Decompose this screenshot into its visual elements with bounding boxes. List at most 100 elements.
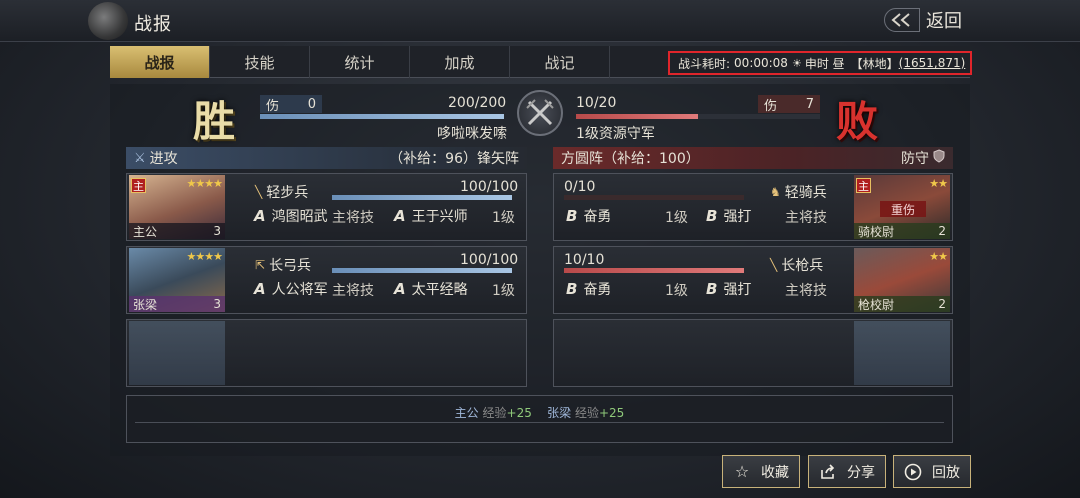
skill-grade: A xyxy=(394,207,406,225)
general-name-strip: 骑校尉 2 xyxy=(854,223,950,239)
tab-bonus[interactable]: 加成 xyxy=(410,46,510,78)
troop-type-label: 轻步兵 xyxy=(266,185,309,201)
general-portrait[interactable]: 主 ★★★★ 主公 3 xyxy=(129,175,225,239)
unit-troops: 100/100 xyxy=(460,179,519,195)
general-name-strip: 枪校尉 2 xyxy=(854,296,950,312)
attacker-unit-card[interactable]: 主 ★★★★ 主公 3 ╲ 轻步兵 100/100 A 鸿图昭武 主将技 A 王… xyxy=(126,173,527,241)
wound-label: 伤 xyxy=(764,98,778,114)
general-level: 2 xyxy=(938,224,946,238)
defender-troop-fill xyxy=(576,114,698,119)
troop-type: ╲ 长枪兵 xyxy=(770,255,823,275)
coordinates-link[interactable]: (1651,871) xyxy=(899,56,966,70)
spear-icon: ╲ xyxy=(770,258,778,272)
general-portrait[interactable]: ★★ 枪校尉 2 xyxy=(854,248,950,312)
unit-troop-fill xyxy=(332,268,512,273)
exp-points: +25 xyxy=(506,406,532,420)
skill-2-role: 主将技 xyxy=(785,283,827,299)
general-name: 张梁 xyxy=(133,297,158,312)
skill-name: 强打 xyxy=(723,209,752,225)
attacker-empty-slot xyxy=(126,319,527,387)
skill-1-level: 1级 xyxy=(665,283,688,299)
skill-1[interactable]: B 奋勇 xyxy=(566,279,611,299)
favorite-button[interactable]: ☆ 收藏 xyxy=(722,455,800,488)
skill-2[interactable]: A 太平经略 xyxy=(394,279,468,299)
wound-label: 伤 xyxy=(266,98,280,114)
experience-line: 主公 经验+25 张梁 经验+25 xyxy=(127,404,952,421)
skill-1[interactable]: A 人公将军 xyxy=(254,279,328,299)
skill-grade: B xyxy=(566,207,578,225)
horse-icon: ♞ xyxy=(770,185,781,199)
star-rating: ★★★★ xyxy=(186,177,223,190)
general-name: 主公 xyxy=(133,224,158,239)
defeat-mark: 败 xyxy=(836,97,879,146)
unit-troop-bar xyxy=(332,195,512,200)
attack-label: 进攻 xyxy=(149,151,178,167)
page-title: 战报 xyxy=(134,14,172,35)
back-label: 返回 xyxy=(926,11,962,32)
skill-grade: A xyxy=(254,207,266,225)
skill-grade: A xyxy=(254,280,266,298)
defense-label: 防守 xyxy=(901,151,929,167)
tab-battle-report[interactable]: 战报 xyxy=(110,46,210,78)
wounded-count: 7 xyxy=(805,96,814,112)
back-button[interactable]: 返回 xyxy=(884,6,970,34)
skill-grade: A xyxy=(394,280,406,298)
skill-2[interactable]: B 强打 xyxy=(706,279,751,299)
skill-name: 王于兴师 xyxy=(411,209,468,225)
share-button[interactable]: 分享 xyxy=(808,455,886,488)
star-rating: ★★★★ xyxy=(186,250,223,263)
skill-name: 奋勇 xyxy=(583,282,612,298)
skill-2[interactable]: A 王于兴师 xyxy=(394,206,468,226)
favorite-label: 收藏 xyxy=(761,464,789,481)
general-portrait[interactable]: 主 ★★ 重伤 骑校尉 2 xyxy=(854,175,950,239)
general-name-strip: 张梁 3 xyxy=(129,296,225,312)
troop-type: ⇱ 长弓兵 xyxy=(255,255,311,275)
skill-name: 太平经略 xyxy=(411,282,468,298)
skill-name: 强打 xyxy=(723,282,752,298)
skill-1[interactable]: B 奋勇 xyxy=(566,206,611,226)
unit-troops: 0/10 xyxy=(564,179,596,195)
tab-skills[interactable]: 技能 xyxy=(210,46,310,78)
skill-grade: B xyxy=(706,207,718,225)
lord-tag: 主 xyxy=(131,178,146,193)
general-name-strip: 主公 3 xyxy=(129,223,225,239)
exp-general-name: 张梁 xyxy=(547,406,572,420)
attacker-troop-bar xyxy=(260,114,504,119)
divider xyxy=(135,422,944,423)
troop-type: ╲ 轻步兵 xyxy=(255,182,308,202)
star-icon: ☆ xyxy=(734,462,750,481)
exp-points: +25 xyxy=(598,406,625,420)
chevron-left-icon xyxy=(884,8,920,32)
exp-label: 经验 xyxy=(574,406,599,420)
defender-unit-card[interactable]: 0/10 ♞ 轻骑兵 B 奋勇 1级 B 强打 主将技 主 ★★ 重伤 骑校尉 … xyxy=(553,173,953,241)
troop-type: ♞ 轻骑兵 xyxy=(770,182,827,202)
replay-button[interactable]: 回放 xyxy=(893,455,971,488)
crossed-swords-icon xyxy=(517,90,563,136)
defender-header: 方圆阵（补给：100） 防守 xyxy=(553,147,953,169)
general-name: 骑校尉 xyxy=(858,224,895,239)
skill-name: 人公将军 xyxy=(271,282,328,298)
defender-unit-card[interactable]: 10/10 ╲ 长枪兵 B 奋勇 1级 B 强打 主将技 ★★ 枪校尉 2 xyxy=(553,246,953,314)
bow-icon: ⇱ xyxy=(255,258,266,272)
general-portrait[interactable]: ★★★★ 张梁 3 xyxy=(129,248,225,312)
skill-1[interactable]: A 鸿图昭武 xyxy=(254,206,328,226)
unit-troops: 100/100 xyxy=(460,252,519,268)
wounded-count: 0 xyxy=(307,96,316,112)
skill-2-level: 1级 xyxy=(492,210,515,226)
star-rating: ★★ xyxy=(929,250,948,263)
share-label: 分享 xyxy=(847,464,875,481)
tab-battle-log[interactable]: 战记 xyxy=(510,46,610,78)
tab-statistics[interactable]: 统计 xyxy=(310,46,410,78)
attacker-troops: 200/200 xyxy=(448,95,507,111)
attacker-name: 哆啦咪发嗦 xyxy=(437,126,507,142)
skill-2[interactable]: B 强打 xyxy=(706,206,751,226)
exp-general-name: 主公 xyxy=(454,406,479,420)
skill-1-role: 主将技 xyxy=(332,210,374,226)
unit-troop-fill xyxy=(564,268,744,273)
play-icon xyxy=(904,463,922,481)
attacker-header: ⚔ 进攻 （补给：96）锋矢阵 xyxy=(126,147,527,169)
top-bar: 战报 返回 xyxy=(0,0,1080,42)
defender-name: 1级资源守军 xyxy=(576,126,655,142)
attacker-unit-card[interactable]: ★★★★ 张梁 3 ⇱ 长弓兵 100/100 A 人公将军 主将技 A 太平经… xyxy=(126,246,527,314)
general-level: 2 xyxy=(938,297,946,311)
